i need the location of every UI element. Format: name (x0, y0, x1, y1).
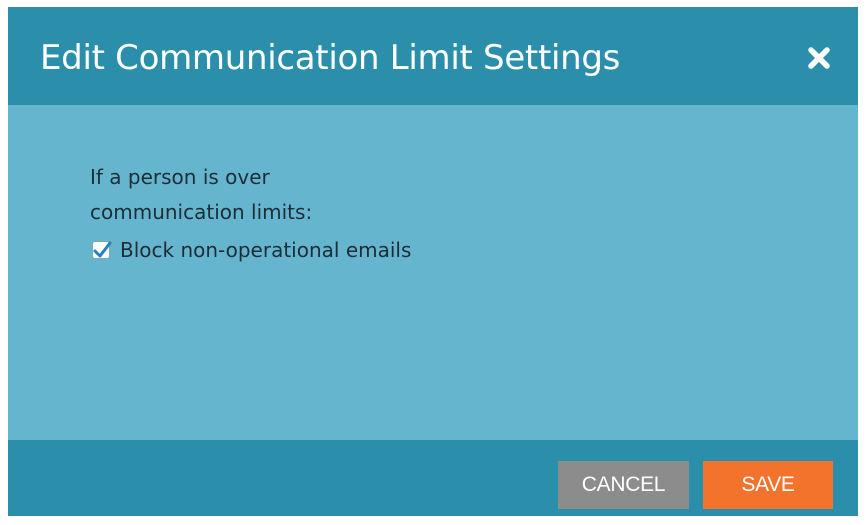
dialog-title: Edit Communication Limit Settings (40, 38, 621, 78)
limit-prompt-text: If a person is over communication limits… (90, 160, 410, 230)
dialog-header: Edit Communication Limit Settings (8, 7, 858, 105)
block-emails-option[interactable]: Block non-operational emails (92, 232, 411, 267)
save-button[interactable]: SAVE (703, 461, 833, 509)
dialog-footer: CANCEL SAVE (8, 440, 858, 516)
checkmark-icon (93, 241, 112, 257)
prompt-line-2: communication limits: (90, 200, 313, 224)
block-emails-checkbox[interactable] (92, 240, 112, 259)
block-emails-label[interactable]: Block non-operational emails (120, 238, 411, 262)
close-icon (808, 47, 830, 69)
cancel-button[interactable]: CANCEL (558, 461, 689, 509)
prompt-line-1: If a person is over (90, 165, 270, 189)
edit-communication-limit-dialog: Edit Communication Limit Settings If a p… (8, 7, 858, 516)
dialog-body: If a person is over communication limits… (8, 105, 858, 440)
close-button[interactable] (802, 41, 836, 75)
